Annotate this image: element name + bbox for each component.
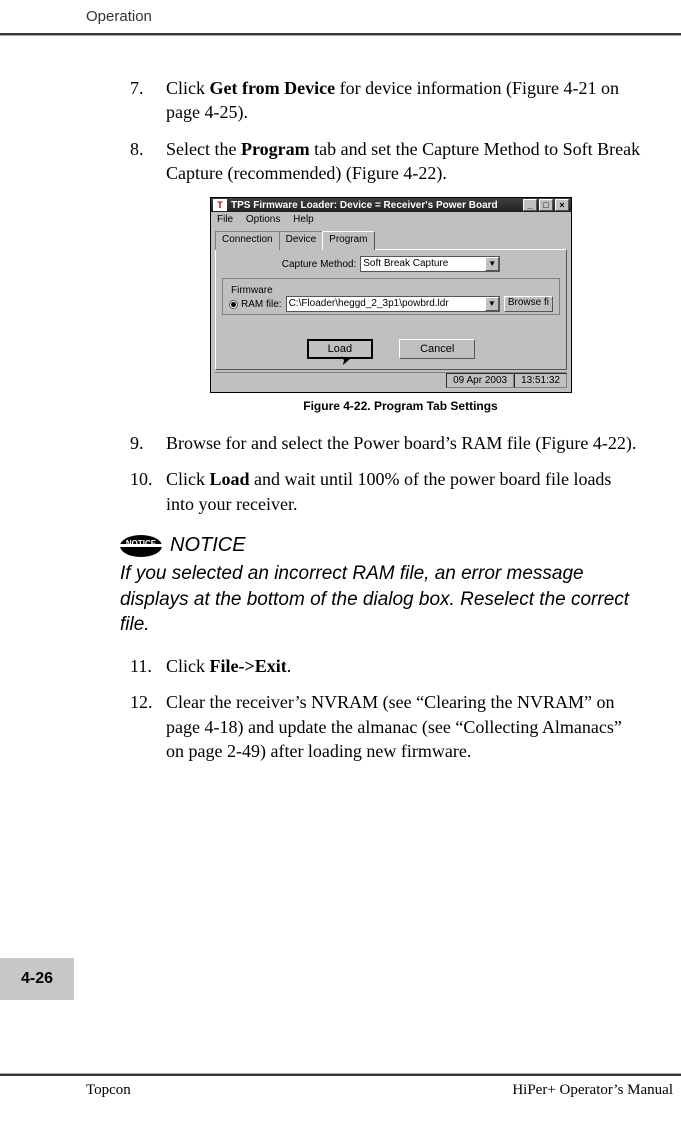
capture-method-select[interactable]: Soft Break Capture ▼ <box>360 256 500 272</box>
step-number: 10. <box>130 467 166 516</box>
step-text: Select the Program tab and set the Captu… <box>166 137 641 186</box>
cancel-button[interactable]: Cancel <box>399 339 475 359</box>
text-pre: Select the <box>166 139 241 159</box>
notice-block: NOTICE If you selected an incorrect RAM … <box>120 534 641 638</box>
button-row: Load ➤ Cancel <box>222 339 560 359</box>
text-pre: Click <box>166 656 210 676</box>
status-time: 13:51:32 <box>514 373 567 388</box>
text-bold: File->Exit <box>210 656 287 676</box>
footer-left: Topcon <box>86 1082 131 1099</box>
step-12: 12. Clear the receiver’s NVRAM (see “Cle… <box>130 690 641 763</box>
step-text: Browse for and select the Power board’s … <box>166 431 641 455</box>
firmware-legend: Firmware <box>229 285 275 296</box>
step-text: Clear the receiver’s NVRAM (see “Clearin… <box>166 690 641 763</box>
ram-file-radio[interactable] <box>229 300 238 309</box>
capture-label: Capture Method: <box>282 259 357 270</box>
text-post: . <box>287 656 292 676</box>
notice-icon <box>120 535 162 557</box>
step-9: 9. Browse for and select the Power board… <box>130 431 641 455</box>
chevron-down-icon[interactable]: ▼ <box>485 297 499 311</box>
tab-row: Connection Device Program <box>215 231 567 250</box>
text-bold: Load <box>210 469 250 489</box>
ram-file-row: RAM file: C:\Floader\heggd_2_3p1\powbrd.… <box>229 296 553 312</box>
tab-program[interactable]: Program <box>322 231 374 250</box>
text-bold: Get from Device <box>210 78 336 98</box>
step-text: Click Get from Device for device informa… <box>166 76 641 125</box>
step-number: 9. <box>130 431 166 455</box>
menu-bar: File Options Help <box>211 212 571 227</box>
load-button[interactable]: Load ➤ <box>307 339 373 359</box>
header-section: Operation <box>0 0 681 29</box>
menu-options[interactable]: Options <box>246 214 280 225</box>
text-pre: Click <box>166 78 210 98</box>
step-11: 11. Click File->Exit. <box>130 654 641 678</box>
page-number-tab: 4-26 <box>0 958 74 1000</box>
app-icon: T <box>213 199 227 211</box>
dialog-titlebar[interactable]: T TPS Firmware Loader: Device = Receiver… <box>211 198 571 212</box>
ram-file-input[interactable]: C:\Floader\heggd_2_3p1\powbrd.ldr ▼ <box>286 296 500 312</box>
footer-row: Topcon HiPer+ Operator’s Manual <box>0 1076 681 1099</box>
ram-file-label: RAM file: <box>241 299 282 310</box>
notice-body: If you selected an incorrect RAM file, a… <box>120 561 641 638</box>
chevron-down-icon[interactable]: ▼ <box>485 257 499 271</box>
capture-row: Capture Method: Soft Break Capture ▼ <box>222 256 560 272</box>
status-bar: 09 Apr 2003 13:51:32 <box>215 372 567 388</box>
dialog-title: TPS Firmware Loader: Device = Receiver's… <box>231 200 521 211</box>
dialog-body: Connection Device Program Capture Method… <box>211 227 571 392</box>
step-7: 7. Click Get from Device for device info… <box>130 76 641 125</box>
notice-title: NOTICE <box>170 534 246 557</box>
figure-caption: Figure 4-22. Program Tab Settings <box>160 399 641 413</box>
step-text: Click File->Exit. <box>166 654 641 678</box>
step-10: 10. Click Load and wait until 100% of th… <box>130 467 641 516</box>
figure-4-22: T TPS Firmware Loader: Device = Receiver… <box>210 197 641 413</box>
footer-right: HiPer+ Operator’s Manual <box>512 1082 673 1099</box>
step-number: 8. <box>130 137 166 186</box>
capture-value: Soft Break Capture <box>363 258 448 269</box>
tab-pane-program: Capture Method: Soft Break Capture ▼ Fir… <box>215 249 567 370</box>
browse-button[interactable]: Browse fi <box>504 296 553 312</box>
dialog-window: T TPS Firmware Loader: Device = Receiver… <box>210 197 572 393</box>
maximize-button[interactable]: □ <box>539 199 553 211</box>
step-8: 8. Select the Program tab and set the Ca… <box>130 137 641 186</box>
footer: Topcon HiPer+ Operator’s Manual <box>0 1073 681 1099</box>
tab-device[interactable]: Device <box>279 231 324 250</box>
ram-file-value: C:\Floader\heggd_2_3p1\powbrd.ldr <box>289 298 449 309</box>
menu-help[interactable]: Help <box>293 214 314 225</box>
step-text: Click Load and wait until 100% of the po… <box>166 467 641 516</box>
firmware-fieldset: Firmware RAM file: C:\Floader\heggd_2_3p… <box>222 278 560 315</box>
content-area: 7. Click Get from Device for device info… <box>0 36 681 763</box>
text-bold: Program <box>241 139 310 159</box>
step-number: 12. <box>130 690 166 763</box>
step-number: 7. <box>130 76 166 125</box>
step-number: 11. <box>130 654 166 678</box>
status-date: 09 Apr 2003 <box>446 373 514 388</box>
page: Operation 7. Click Get from Device for d… <box>0 0 681 1133</box>
notice-head: NOTICE <box>120 534 641 557</box>
menu-file[interactable]: File <box>217 214 233 225</box>
tab-connection[interactable]: Connection <box>215 231 280 250</box>
minimize-button[interactable]: _ <box>523 199 537 211</box>
text-pre: Click <box>166 469 210 489</box>
close-button[interactable]: × <box>555 199 569 211</box>
